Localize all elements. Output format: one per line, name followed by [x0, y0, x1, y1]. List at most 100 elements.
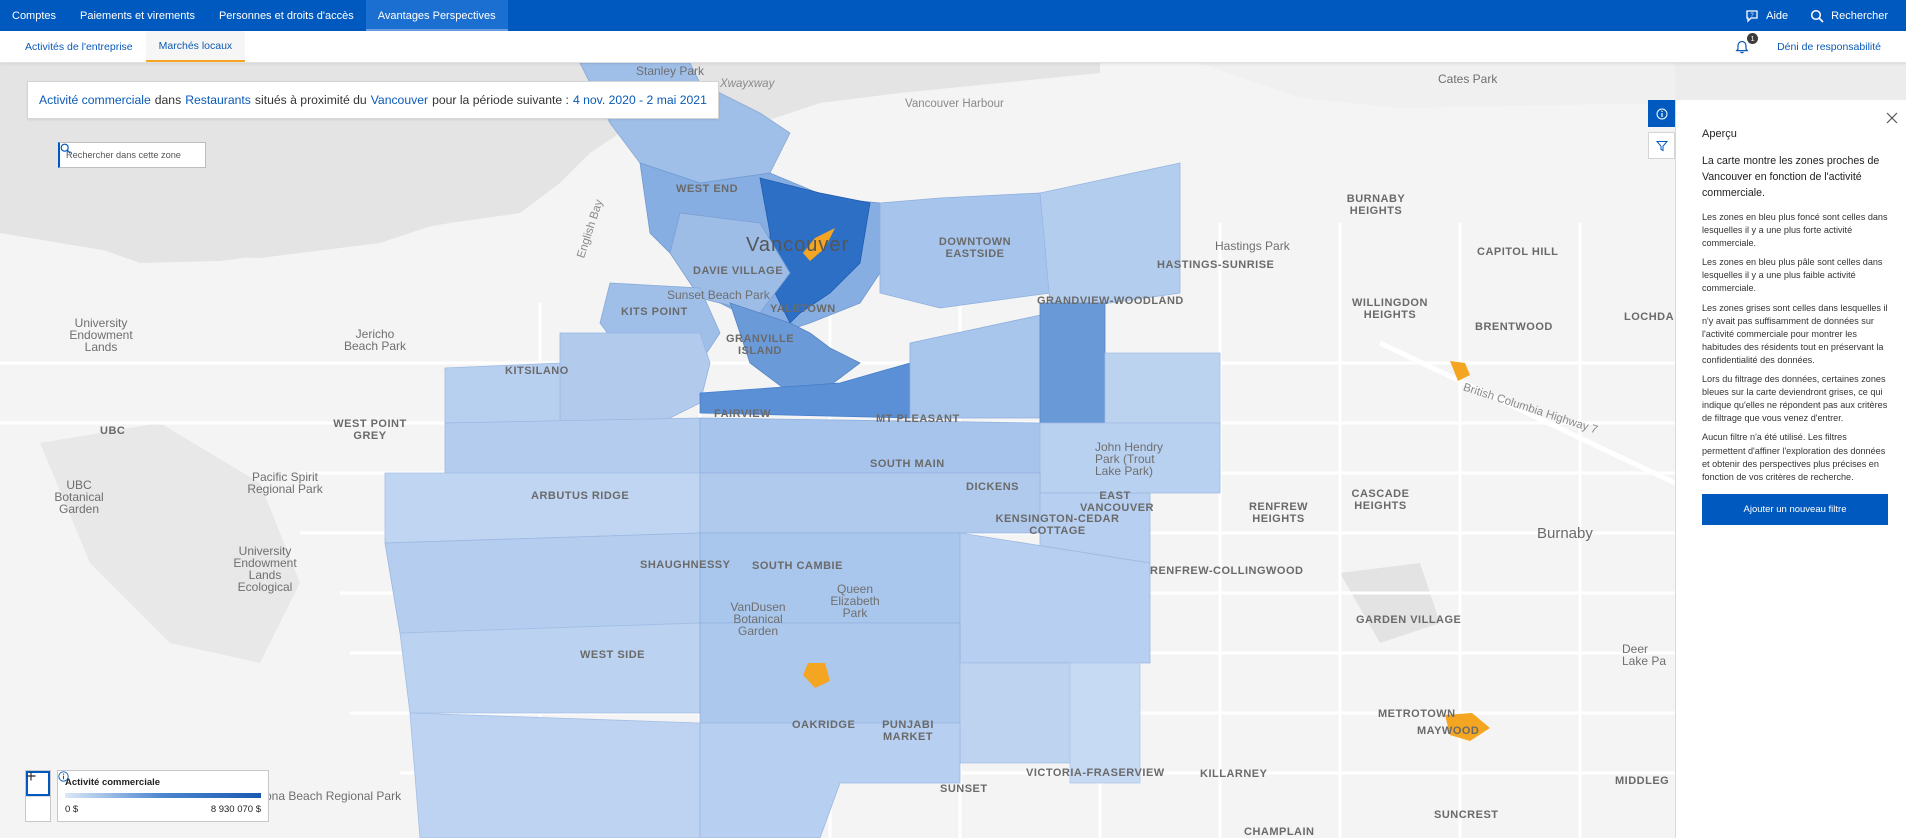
- help-link[interactable]: ? Aide: [1745, 9, 1788, 23]
- tab-comptes[interactable]: Comptes: [0, 0, 68, 31]
- info-icon: [1656, 108, 1667, 119]
- search-icon: [1811, 9, 1824, 23]
- map-label-xwayxway: Xwayxway: [720, 78, 775, 90]
- search-icon: [60, 143, 71, 154]
- map-label-west-side: WEST SIDE: [580, 649, 646, 661]
- close-icon: [1886, 112, 1898, 124]
- zone-grandview[interactable]: [1039, 302, 1106, 424]
- add-filter-button[interactable]: Ajouter un nouveau filtre: [1702, 493, 1888, 525]
- map-label-maywood: MAYWOOD: [1417, 725, 1480, 737]
- zone-west-side[interactable]: [399, 622, 701, 714]
- panel-paragraph: Aucun filtre n'a été utilisé. Les filtre…: [1702, 432, 1886, 482]
- map-label-kensington: KENSINGTON-CEDAR COTTAGE: [995, 513, 1120, 537]
- panel-paragraph: Lors du filtrage des données, certaines …: [1702, 374, 1888, 424]
- map-label-burnaby-heights: BURNABY HEIGHTS: [1346, 193, 1406, 217]
- legend-title-row: Activité commerciale: [58, 771, 261, 788]
- map-label-yaletown: YALETOWN: [770, 303, 836, 315]
- summary-word-near: situés à proximité du: [254, 93, 367, 107]
- map-label-granville-island: GRANVILLE ISLAND: [725, 333, 795, 357]
- map-label-queen-elizabeth: Queen Elizabeth Park: [830, 582, 880, 620]
- map-label-capitol-hill: CAPITOL HILL: [1477, 246, 1559, 258]
- map-label-dickens: DICKENS: [966, 481, 1020, 493]
- zone-search-box[interactable]: [58, 142, 206, 168]
- zone-victoria[interactable]: [1069, 662, 1141, 784]
- map-label-south-cambie: SOUTH CAMBIE: [752, 560, 843, 572]
- map-label-hastings-sunrise: HASTINGS-SUNRISE: [1157, 259, 1275, 271]
- notifications-button[interactable]: 1: [1735, 32, 1759, 55]
- filter-icon: [1655, 140, 1668, 151]
- tab-marches-locaux[interactable]: Marchés locaux: [145, 31, 246, 62]
- map-legend: Activité commerciale 0 $ 8 930 070 $: [57, 770, 269, 822]
- zoom-out-button[interactable]: [26, 775, 50, 821]
- summary-period[interactable]: 4 nov. 2020 - 2 mai 2021: [573, 93, 707, 107]
- map-label-vancouver-harbour: Vancouver Harbour: [905, 98, 1004, 110]
- close-panel-button[interactable]: [1886, 111, 1898, 129]
- zone-search-input[interactable]: [66, 150, 186, 160]
- disclaimer-link[interactable]: Déni de responsabilité: [1777, 41, 1881, 53]
- tab-paiements-virements[interactable]: Paiements et virements: [68, 0, 207, 31]
- zone-kitsilano-north[interactable]: [559, 332, 711, 424]
- summary-metric[interactable]: Activité commerciale: [39, 93, 151, 107]
- zone-grandview-east[interactable]: [1104, 352, 1221, 424]
- legend-min: 0 $: [65, 804, 79, 815]
- minus-icon: [26, 775, 36, 777]
- map-label-vancouver: Vancouver: [746, 234, 850, 256]
- search-link[interactable]: Rechercher: [1810, 9, 1888, 23]
- map-label-oakridge: OAKRIDGE: [792, 719, 856, 731]
- map-label-garden-village: GARDEN VILLAGE: [1356, 614, 1462, 626]
- zone-punjabi-market[interactable]: [959, 662, 1071, 764]
- filter-panel-button[interactable]: [1648, 132, 1675, 159]
- zone-oakridge[interactable]: [699, 622, 961, 724]
- map-label-uel: University Endowment Lands: [69, 316, 133, 354]
- info-panel-button[interactable]: [1648, 100, 1675, 127]
- map-label-mt-pleasant: MT PLEASANT: [876, 413, 960, 425]
- map-label-pacific-spirit: Pacific Spirit Regional Park: [247, 470, 323, 496]
- summary-location[interactable]: Vancouver: [371, 93, 428, 107]
- map-label-ubc-botanical: UBC Botanical Garden: [54, 478, 104, 516]
- panel-toggle-buttons: [1648, 100, 1675, 164]
- map-label-west-point-grey: WEST POINT GREY: [333, 418, 407, 442]
- map-label-suncrest: SUNCREST: [1434, 809, 1499, 821]
- panel-paragraph: Les zones en bleu plus pâle sont celles …: [1702, 257, 1883, 294]
- map-label-deer-lake: Deer Lake Pa: [1622, 642, 1667, 668]
- tab-personnes-droits[interactable]: Personnes et droits d'accès: [207, 0, 366, 31]
- map-label-cates-park: Cates Park: [1438, 72, 1498, 86]
- zoom-controls: [25, 770, 51, 822]
- map-label-willingdon-heights: WILLINGDON HEIGHTS: [1352, 297, 1428, 321]
- map-label-west-end: WEST END: [676, 183, 739, 195]
- summary-category[interactable]: Restaurants: [185, 93, 251, 107]
- zone-west-point-grey-east[interactable]: [444, 417, 701, 474]
- map-label-cascade-heights: CASCADE HEIGHTS: [1351, 488, 1410, 512]
- summary-word-period: pour la période suivante :: [432, 93, 569, 107]
- map-label-victoria-fraserview: VICTORIA-FRASERVIEW: [1026, 767, 1165, 779]
- top-navigation: Comptes Paiements et virements Personnes…: [0, 0, 1906, 31]
- zone-shaughnessy[interactable]: [384, 532, 701, 634]
- map-label-kitsilano: KITSILANO: [505, 365, 569, 377]
- notification-badge: 1: [1747, 32, 1759, 44]
- map-label-jericho: Jericho Beach Park: [343, 327, 407, 353]
- map-label-punjabi-market: PUNJABI MARKET: [882, 719, 934, 743]
- help-icon: ?: [1746, 9, 1758, 23]
- summary-word-in: dans: [154, 93, 182, 107]
- map-label-fairview: FAIRVIEW: [714, 408, 771, 420]
- map-label-brentwood: BRENTWOOD: [1475, 321, 1553, 333]
- map-label-lochdale: LOCHDA: [1624, 311, 1675, 323]
- panel-paragraph: Les zones grises sont celles dans lesque…: [1702, 302, 1888, 365]
- map-canvas[interactable]: Vancouver WEST END DAVIE VILLAGE YALETOW…: [0, 63, 1675, 838]
- map-label-champlain: CHAMPLAIN: [1244, 826, 1315, 838]
- zone-marpole[interactable]: [409, 712, 701, 838]
- info-icon[interactable]: [58, 771, 69, 782]
- map-label-renfrew-collingwood: RENFREW-COLLINGWOOD: [1150, 565, 1304, 577]
- legend-range: 0 $ 8 930 070 $: [65, 804, 261, 815]
- map-label-east-vancouver: EAST VANCOUVER: [1080, 490, 1154, 514]
- map-label-kits-point: KITS POINT: [621, 306, 688, 318]
- help-label: Aide: [1766, 9, 1789, 22]
- map-label-renfrew-heights: RENFREW HEIGHTS: [1248, 501, 1309, 525]
- map-label-vandusen: VanDusen Botanical Garden: [730, 600, 786, 638]
- zone-arbutus-ridge[interactable]: [384, 472, 701, 544]
- map-label-shaughnessy: SHAUGHNESSY: [640, 559, 731, 571]
- tab-activites-entreprise[interactable]: Activités de l'entreprise: [0, 31, 146, 62]
- panel-lead: La carte montre les zones proches de Van…: [1702, 155, 1880, 199]
- map-label-metrotown: METROTOWN: [1378, 708, 1456, 720]
- tab-avantages-perspectives[interactable]: Avantages Perspectives: [365, 0, 508, 31]
